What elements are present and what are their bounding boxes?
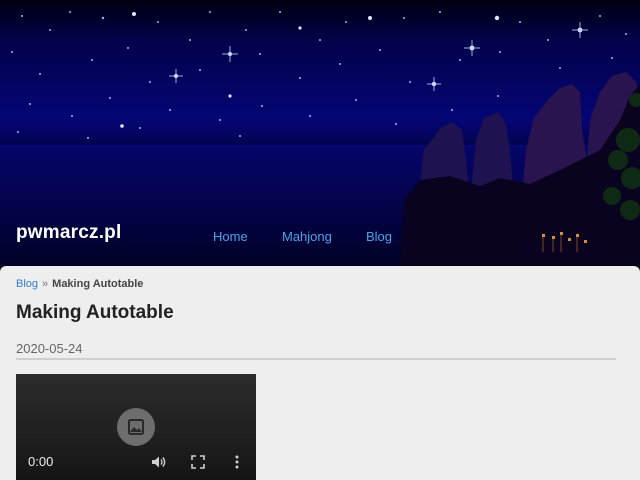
- nav-link-mahjong[interactable]: Mahjong: [282, 229, 332, 244]
- breadcrumb-separator: »: [42, 278, 49, 290]
- breadcrumb-current: Making Autotable: [52, 278, 144, 290]
- post-date: 2020-05-24: [16, 341, 83, 356]
- main-nav: Home Mahjong Blog: [0, 229, 640, 249]
- volume-icon[interactable]: [150, 453, 168, 471]
- more-vert-icon[interactable]: [228, 453, 246, 471]
- nav-link-home[interactable]: Home: [213, 229, 248, 244]
- breadcrumb: Blog » Making Autotable: [16, 278, 143, 290]
- video-time: 0:00: [28, 454, 54, 469]
- nav-link-blog[interactable]: Blog: [366, 229, 392, 244]
- image-placeholder-icon: [117, 408, 155, 446]
- main-content: Blog» Making Autotable Making Autotable 2…: [0, 266, 640, 480]
- title-divider: [16, 358, 616, 360]
- breadcrumb-link-blog[interactable]: Blog: [16, 278, 38, 290]
- post-title: Making Autotable: [16, 302, 174, 323]
- site-header: pwmarcz.pl Home Mahjong Blog: [0, 0, 640, 266]
- video-player[interactable]: 0:00: [16, 374, 256, 480]
- fullscreen-icon[interactable]: [189, 453, 207, 471]
